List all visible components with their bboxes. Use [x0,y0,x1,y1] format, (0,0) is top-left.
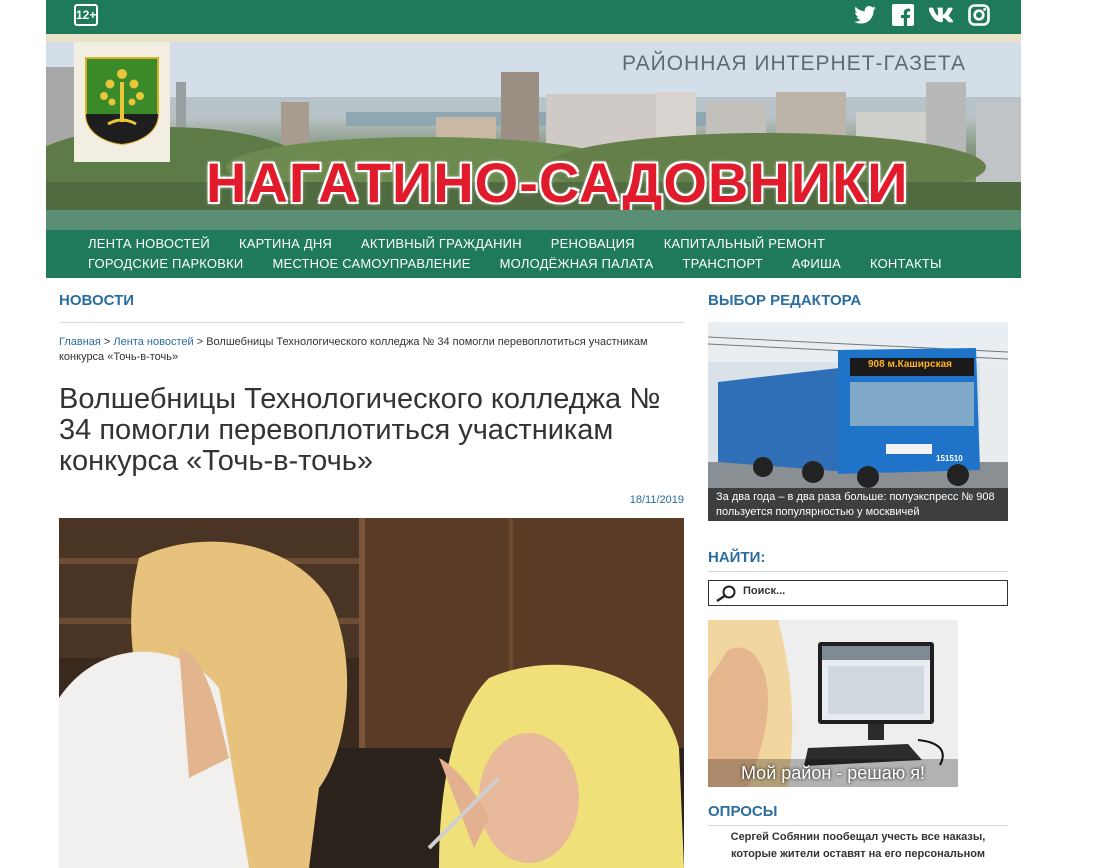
nav-item-active-citizen[interactable]: АКТИВНЫЙ ГРАЖДАНИН [361,236,522,254]
breadcrumb: Главная > Лента новостей > Волшебницы Те… [59,335,684,365]
news-section-title: НОВОСТИ [59,292,135,309]
breadcrumb-separator: > [193,336,207,348]
breadcrumb-home[interactable]: Главная [59,336,101,348]
bus-route-number: 908 [868,359,885,370]
search-icon [716,585,736,602]
search-box[interactable] [708,580,1008,606]
age-rating-badge: 12+ [74,4,98,26]
bus-fleet-number: 151510 [936,454,963,463]
site-tagline: РАЙОННАЯ ИНТЕРНЕТ-ГАЗЕТА [622,52,967,75]
vk-icon[interactable] [929,3,953,27]
top-bar: 12+ [46,0,1021,34]
facebook-icon[interactable] [891,3,915,27]
section-divider [708,571,1008,572]
twitter-icon[interactable] [853,3,877,27]
search-title: НАЙТИ: [708,549,766,566]
site-name: НАГАТИНО-САДОВНИКИ [206,151,909,210]
bus-route-display: 908 м.Каширская [868,359,952,370]
nav-row: ЛЕНТА НОВОСТЕЙ КАРТИНА ДНЯ АКТИВНЫЙ ГРАЖ… [88,236,1021,254]
header-divider [46,34,1021,42]
editor-choice-caption[interactable]: За два года – в два раза больше: полуэкс… [708,488,1008,521]
nav-row: ГОРОДСКИЕ ПАРКОВКИ МЕСТНОЕ САМОУПРАВЛЕНИ… [88,256,1021,274]
my-district-caption[interactable]: Мой район - решаю я! [708,759,958,787]
article-date: 18/11/2019 [629,494,684,506]
nav-item-events[interactable]: АФИША [792,256,841,274]
nav-item-local-government[interactable]: МЕСТНОЕ САМОУПРАВЛЕНИЕ [272,256,470,274]
article-photo [59,518,684,868]
nav-item-parking[interactable]: ГОРОДСКИЕ ПАРКОВКИ [88,256,243,274]
makeup-photo [59,518,684,868]
section-divider [59,322,684,323]
nav-item-news-feed[interactable]: ЛЕНТА НОВОСТЕЙ [88,236,210,254]
breadcrumb-separator: > [100,336,114,348]
nav-item-picture-of-day[interactable]: КАРТИНА ДНЯ [239,236,332,254]
nav-item-contacts[interactable]: КОНТАКТЫ [870,256,942,274]
site-banner[interactable]: РАЙОННАЯ ИНТЕРНЕТ-ГАЗЕТА НАГАТИНО-САДОВН… [46,42,1021,210]
social-links [853,3,991,27]
bus-destination: м.Каширская [887,359,952,370]
poll-question[interactable]: Сергей Собянин пообещал учесть все наказ… [708,829,1008,863]
polls-title: ОПРОСЫ [708,803,778,820]
article-title: Волшебницы Технологического колледжа № 3… [59,383,661,477]
editor-choice-title: ВЫБОР РЕДАКТОРА [708,292,862,309]
nav-item-youth-chamber[interactable]: МОЛОДЁЖНАЯ ПАЛАТА [500,256,654,274]
section-divider [708,825,1008,826]
instagram-icon[interactable] [967,3,991,27]
nav-item-capital-repair[interactable]: КАПИТАЛЬНЫЙ РЕМОНТ [664,236,825,254]
district-emblem-icon [85,57,159,146]
main-navigation: ЛЕНТА НОВОСТЕЙ КАРТИНА ДНЯ АКТИВНЫЙ ГРАЖ… [46,230,1021,278]
nav-item-renovation[interactable]: РЕНОВАЦИЯ [551,236,635,254]
logo-area [74,42,170,162]
nav-item-transport[interactable]: ТРАНСПОРТ [682,256,762,274]
search-input[interactable] [743,585,993,597]
banner-strip [46,210,1021,230]
breadcrumb-news-feed[interactable]: Лента новостей [113,336,193,348]
